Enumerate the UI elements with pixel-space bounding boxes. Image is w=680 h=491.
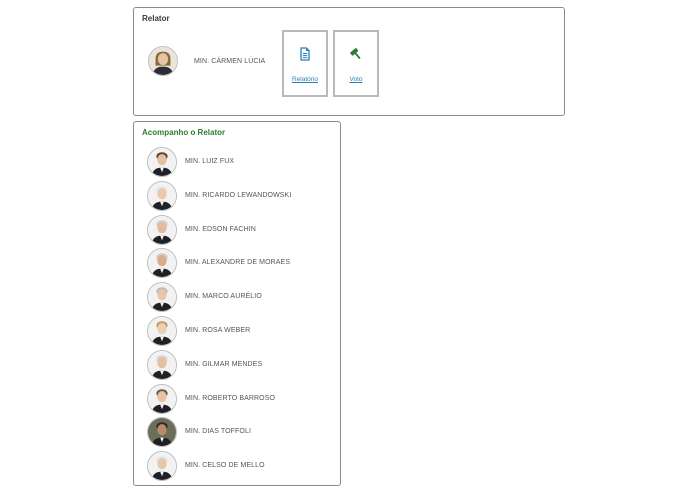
document-icon [300, 47, 310, 61]
acompanho-title: Acompanho o Relator [142, 128, 226, 137]
person-photo-icon [148, 249, 176, 278]
voto-button[interactable]: Voto [333, 30, 379, 97]
person-photo-icon [148, 317, 176, 345]
relator-name: MIN. CÁRMEN LÚCIA [194, 58, 266, 65]
minister-name: MIN. EDSON FACHIN [185, 225, 256, 233]
relator-panel: Relator MIN. CÁRMEN LÚCIA Relatório Voto [133, 7, 565, 116]
avatar-minister [147, 383, 177, 414]
minister-name: MIN. ALEXANDRE DE MORAES [185, 259, 291, 267]
person-photo-icon [148, 215, 176, 244]
avatar-minister [147, 248, 177, 279]
avatar-minister [147, 451, 177, 482]
minister-name: MIN. RICARDO LEWANDOWSKI [185, 191, 292, 199]
avatar-minister [147, 282, 177, 313]
minister-name: MIN. LUIZ FUX [185, 158, 235, 165]
voto-label: Voto [349, 76, 363, 83]
person-photo-icon [148, 452, 176, 481]
minister-name: MIN. ROSA WEBER [185, 327, 251, 334]
avatar-minister [147, 316, 177, 346]
minister-name: MIN. CELSO DE MELLO [185, 462, 265, 470]
avatar-minister [147, 417, 177, 448]
minister-name: MIN. ROBERTO BARROSO [185, 394, 276, 402]
gavel-icon [350, 48, 361, 60]
person-photo-icon [148, 283, 176, 312]
avatar-minister [147, 349, 177, 380]
person-photo-icon [148, 418, 176, 447]
person-photo-icon [148, 350, 176, 379]
minister-name: MIN. MARCO AURÉLIO [185, 293, 262, 301]
person-photo-icon [148, 148, 176, 176]
person-photo-icon [148, 384, 176, 413]
avatar-minister [147, 147, 177, 177]
minister-name: MIN. DIAS TOFFOLI [185, 428, 252, 436]
minister-name: MIN. GILMAR MENDES [185, 360, 263, 368]
avatar-minister [147, 214, 177, 245]
avatar-relator [148, 46, 178, 76]
person-photo-icon [149, 47, 177, 75]
acompanho-panel: Acompanho o Relator MIN. LUIZ FUX MIN. RI… [133, 121, 341, 486]
relatorio-button[interactable]: Relatório [282, 30, 328, 97]
relator-title: Relator [142, 14, 170, 23]
avatar-minister [147, 180, 177, 211]
person-photo-icon [148, 181, 176, 210]
relatorio-label: Relatório [291, 76, 318, 83]
